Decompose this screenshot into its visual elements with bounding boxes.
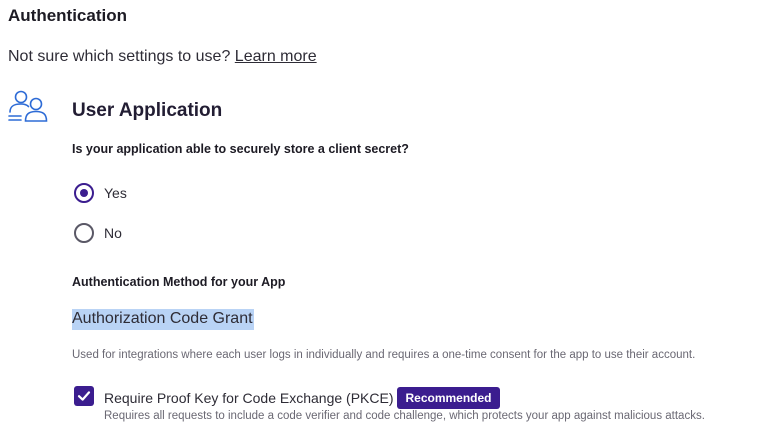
radio-yes-label[interactable]: Yes [104, 185, 127, 201]
auth-method-heading: Authentication Method for your App [72, 275, 286, 289]
auth-method-name: Authorization Code Grant [72, 309, 254, 330]
app-type-title: User Application [72, 100, 223, 121]
pkce-description: Requires all requests to include a code … [104, 410, 705, 422]
checkmark-icon [77, 391, 91, 401]
pkce-option[interactable]: Require Proof Key for Code Exchange (PKC… [104, 387, 500, 409]
pkce-label[interactable]: Require Proof Key for Code Exchange (PKC… [104, 390, 393, 406]
recommended-badge: Recommended [397, 387, 500, 409]
radio-yes-indicator[interactable] [74, 183, 94, 203]
intro-text: Not sure which settings to use? Learn mo… [8, 48, 317, 66]
users-icon [8, 90, 48, 122]
radio-yes[interactable]: Yes [74, 183, 127, 203]
section-title: Authentication [8, 6, 127, 25]
radio-no[interactable]: No [74, 223, 122, 243]
radio-no-indicator[interactable] [74, 223, 94, 243]
auth-method-description: Used for integrations where each user lo… [72, 349, 696, 361]
client-secret-question: Is your application able to securely sto… [72, 142, 409, 156]
intro-question: Not sure which settings to use? [8, 48, 231, 65]
pkce-checkbox[interactable] [74, 386, 94, 406]
radio-no-label[interactable]: No [104, 225, 122, 241]
learn-more-link[interactable]: Learn more [235, 48, 317, 65]
